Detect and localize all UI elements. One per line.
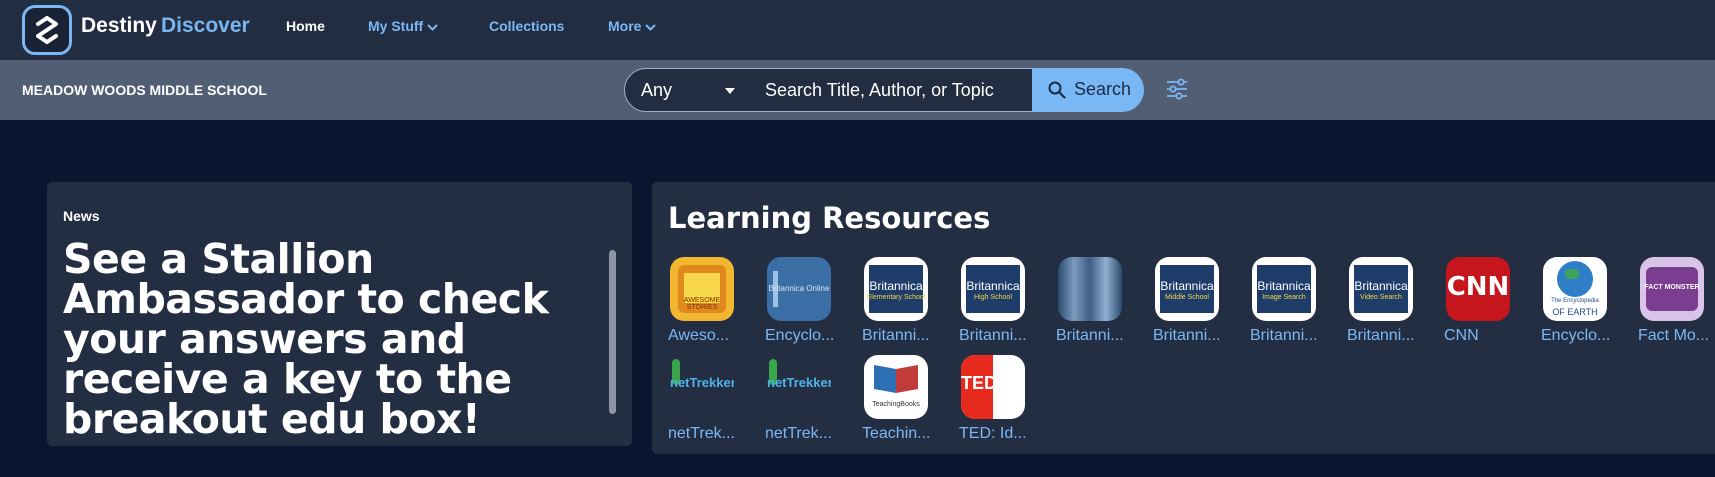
resource-tile[interactable]: AWESOME STORIES Aweso... [666,257,750,353]
ted-icon: TED [961,355,1025,419]
resource-tile[interactable]: netTrekker netTrek... [666,355,750,451]
resource-tile[interactable]: Britannica Elementary School Britanni... [860,257,944,353]
cnn-icon: CNN [1446,257,1510,321]
search-scope-select[interactable]: Any [624,68,750,112]
resource-tile[interactable]: Britanni... [1054,257,1138,353]
resource-tile[interactable]: TeachingBooks Teachin... [860,355,944,451]
news-card: News See a Stallion Ambassador to check … [47,182,632,446]
britannica-image-icon: Britannica Image Search [1252,257,1316,321]
resource-tile[interactable]: TED TED: Id... [957,355,1041,451]
nettrekker-icon-2: netTrekker [767,355,831,419]
britannica-high-icon: Britannica High School [961,257,1025,321]
britannica-middle-icon: Britannica Middle School [1155,257,1219,321]
nav-collections[interactable]: Collections [489,18,564,34]
resource-tile[interactable]: Britannica Middle School Britanni... [1151,257,1235,353]
britannica-elementary-icon: Britannica Elementary School [864,257,928,321]
resource-tile[interactable]: Britannica Image Search Britanni... [1248,257,1332,353]
brand-name: Destiny [81,14,157,37]
teachingbooks-icon: TeachingBooks [864,355,928,419]
filter-settings-icon[interactable] [1166,78,1188,105]
search-button[interactable]: Search [1032,68,1144,112]
resource-tile[interactable]: The Encyclopedia OF EARTH Encyclo... [1539,257,1623,353]
search-icon [1048,81,1066,99]
nav-my-stuff[interactable]: My Stuff [368,18,438,34]
learning-resources-title: Learning Resources [668,201,991,235]
news-scrollbar[interactable] [609,250,616,414]
resource-tile[interactable]: CNN CNN [1442,257,1526,353]
fact-monster-icon: FACT MONSTER [1640,257,1704,321]
nav-more[interactable]: More [608,18,657,34]
awesome-stories-icon: AWESOME STORIES [670,257,734,321]
destiny-logo-icon[interactable] [22,5,72,55]
resource-tile[interactable]: netTrekker netTrek... [763,355,847,451]
encyclopedia-of-earth-icon: The Encyclopedia OF EARTH [1543,257,1607,321]
nav-home[interactable]: Home [286,18,325,34]
news-headline: See a Stallion Ambassador to check your … [63,235,549,443]
top-navigation: Destiny Discover Home My Stuff Collectio… [0,0,1715,60]
brand-product: Discover [161,14,250,37]
resource-tile[interactable]: FACT MONSTER Fact Mo... [1636,257,1715,353]
nettrekker-icon: netTrekker [670,355,734,419]
learning-resources-card: Learning Resources AWESOME STORIES Aweso… [652,182,1715,454]
caret-down-icon [725,88,735,94]
chevron-down-icon [645,24,657,31]
resource-tile[interactable]: Britannica Video Search Britanni... [1345,257,1429,353]
school-name: MEADOW WOODS MIDDLE SCHOOL [22,82,267,98]
resource-tile[interactable]: Britannica Online Encyclo... [763,257,847,353]
chevron-down-icon [427,24,438,31]
resource-tile[interactable]: Britannica High School Britanni... [957,257,1041,353]
britannica-video-icon: Britannica Video Search [1349,257,1413,321]
news-label: News [63,208,100,224]
search-input[interactable]: Search Title, Author, or Topic [749,68,1057,112]
britannica-blurred-icon [1058,257,1122,321]
britannica-online-icon: Britannica Online [767,257,831,321]
